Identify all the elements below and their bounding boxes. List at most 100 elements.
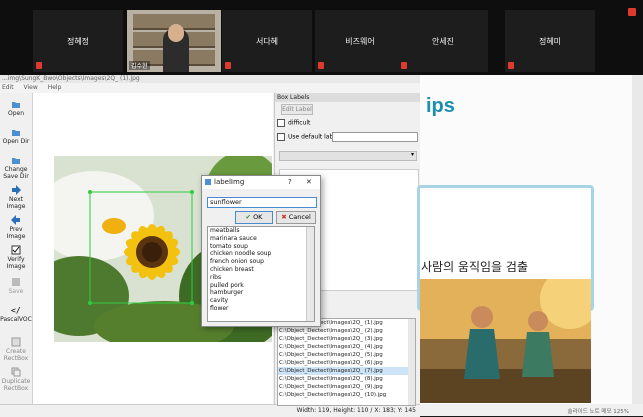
slide-text: 사람의 움직임을 검출 — [421, 260, 528, 274]
duplicate-rectbox-button[interactable]: Duplicate RectBox — [0, 367, 32, 392]
participant-name: 김수현 — [129, 61, 150, 70]
app-icon — [205, 179, 211, 185]
list-item[interactable]: C:\Object_Dectect\Images\2Q_ (10).jpg — [278, 391, 415, 399]
folder-icon — [12, 102, 20, 108]
participant-tile[interactable]: 정혜정 — [33, 10, 123, 72]
video-gallery: 정혜정 김수현 서다혜 비즈웨어 안세진 정혜미 — [0, 0, 643, 75]
pascalvoc-label: PascalVOC — [0, 316, 32, 323]
menu-help[interactable]: Help — [48, 84, 62, 91]
file-list-scrollbar[interactable] — [408, 319, 415, 405]
list-item[interactable]: marinara sauce — [208, 235, 314, 243]
status-text: Width: 119, Height: 110 / X: 183; Y: 145 — [296, 407, 416, 414]
participant-name: 서다혜 — [255, 37, 279, 46]
ok-button[interactable]: ✔ OK — [235, 211, 273, 224]
cancel-button[interactable]: ✖ Cancel — [276, 211, 316, 224]
record-icon — [628, 8, 636, 16]
dialog-list-scrollbar[interactable] — [306, 227, 314, 321]
prev-image-button[interactable]: Prev Image — [0, 215, 32, 240]
list-item[interactable]: C:\Object_Dectect\Images\2Q_ (2).jpg — [278, 327, 415, 335]
create-rectbox-button[interactable]: Create RectBox — [0, 337, 32, 362]
label-dropdown[interactable]: ▾ — [279, 151, 417, 161]
participant-video[interactable]: 김수현 — [127, 10, 221, 72]
participant-name: 정혜정 — [66, 37, 90, 46]
folder-icon — [12, 130, 20, 136]
participant-tile[interactable]: 안세진 — [398, 10, 488, 72]
close-icon[interactable]: ✕ — [306, 176, 312, 189]
next-image-label: Next Image — [6, 196, 26, 210]
cancel-icon: ✖ — [281, 213, 287, 221]
list-item[interactable]: C:\Object_Dectect\Images\2Q_ (5).jpg — [278, 351, 415, 359]
cancel-label: Cancel — [288, 213, 311, 221]
checkbox-box — [277, 119, 285, 127]
muted-mic-icon — [225, 62, 231, 69]
dialog-title: labelImg — [214, 178, 245, 186]
verify-image-button[interactable]: Verify Image — [0, 245, 32, 270]
arrow-left-icon — [11, 215, 20, 225]
label-options-list[interactable]: meatballs marinara sauce tomato soup chi… — [207, 226, 315, 322]
muted-mic-icon — [36, 62, 42, 69]
list-item[interactable]: flower — [208, 305, 314, 313]
list-item[interactable]: french onion soup — [208, 258, 314, 266]
menu-view[interactable]: View — [24, 84, 38, 91]
list-item[interactable]: C:\Object_Dectect\Images\2Q_ (9).jpg — [278, 383, 415, 391]
open-dir-button[interactable]: Open Dir — [0, 127, 32, 145]
toolbar: Open Open Dir Change Save Dir Next Image… — [0, 93, 33, 416]
muted-mic-icon — [401, 62, 407, 69]
difficult-checkbox[interactable]: difficult — [277, 119, 421, 127]
save-label: Save — [8, 288, 24, 295]
ppt-status-text: 슬라이드 노트 메모 125% — [567, 409, 629, 415]
change-save-dir-button[interactable]: Change Save Dir — [0, 155, 32, 180]
window-title: ...img\SungK_Bwo\Objects\Images\2Q_ (1).… — [0, 75, 422, 83]
box-labels-header: Box Labels — [275, 93, 421, 102]
list-item[interactable]: tomato soup — [208, 243, 314, 251]
duplicate-rectbox-label: Duplicate RectBox — [1, 378, 31, 392]
list-item[interactable]: ribs — [208, 274, 314, 282]
use-default-label-row[interactable]: Use default label — [277, 132, 421, 142]
list-item[interactable]: chicken noodle soup — [208, 250, 314, 258]
open-button[interactable]: Open — [0, 99, 32, 117]
code-icon: </> — [11, 306, 21, 315]
open-label: Open — [7, 110, 25, 117]
save-button[interactable]: Save — [0, 277, 32, 295]
muted-mic-icon — [508, 62, 514, 69]
change-save-dir-label: Change Save Dir — [3, 166, 29, 180]
participant-name: 정혜미 — [538, 37, 562, 46]
default-label-input[interactable] — [332, 132, 418, 142]
open-dir-label: Open Dir — [2, 138, 30, 145]
muted-mic-icon — [318, 62, 324, 69]
list-item[interactable]: C:\Object_Dectect\Images\2Q_ (4).jpg — [278, 343, 415, 351]
list-item[interactable]: meatballs — [208, 227, 314, 235]
list-item[interactable]: cavity — [208, 297, 314, 305]
person-face — [168, 24, 184, 42]
file-list[interactable]: C:\Object_Dectect\Images\2Q_ (1).jpg C:\… — [277, 318, 416, 406]
participant-tile[interactable]: 정혜미 — [505, 10, 595, 72]
svg-text:</>: </> — [11, 306, 21, 315]
pascalvoc-button[interactable]: </>PascalVOC — [0, 305, 32, 323]
box-icon — [11, 337, 21, 347]
menu-edit[interactable]: Edit — [2, 84, 14, 91]
list-item[interactable]: C:\Object_Dectect\Images\2Q_ (3).jpg — [278, 335, 415, 343]
list-item[interactable]: pulled pork — [208, 282, 314, 290]
children-photo — [420, 279, 591, 403]
edit-label-button[interactable]: Edit Label — [281, 104, 313, 115]
next-image-button[interactable]: Next Image — [0, 185, 32, 210]
list-item[interactable]: C:\Object_Dectect\Images\2Q_ (6).jpg — [278, 359, 415, 367]
checkbox-box — [277, 133, 285, 141]
help-icon[interactable]: ? — [288, 176, 292, 189]
difficult-label: difficult — [288, 119, 311, 127]
create-rectbox-label: Create RectBox — [3, 348, 29, 362]
participant-tile[interactable]: 비즈웨어 — [315, 10, 405, 72]
list-item[interactable]: C:\Object_Dectect\Images\2Q_ (8).jpg — [278, 375, 415, 383]
prev-image-label: Prev Image — [6, 226, 26, 240]
list-item[interactable]: hamburger — [208, 289, 314, 297]
ppt-status-bar: 슬라이드 노트 메모 125% — [420, 404, 643, 416]
ppt-scrollbar[interactable] — [632, 75, 643, 404]
label-input[interactable]: sunflower — [207, 197, 317, 208]
list-item[interactable]: chicken breast — [208, 266, 314, 274]
list-item-selected[interactable]: C:\Object_Dectect\Images\2Q_ (7).jpg — [278, 367, 415, 375]
participant-tile[interactable]: 서다혜 — [222, 10, 312, 72]
label-dialog: labelImg ? ✕ sunflower ✔ OK ✖ Cancel mea… — [201, 175, 321, 327]
folder-icon — [12, 158, 20, 164]
check-icon — [11, 245, 21, 255]
check-icon: ✔ — [245, 213, 251, 221]
